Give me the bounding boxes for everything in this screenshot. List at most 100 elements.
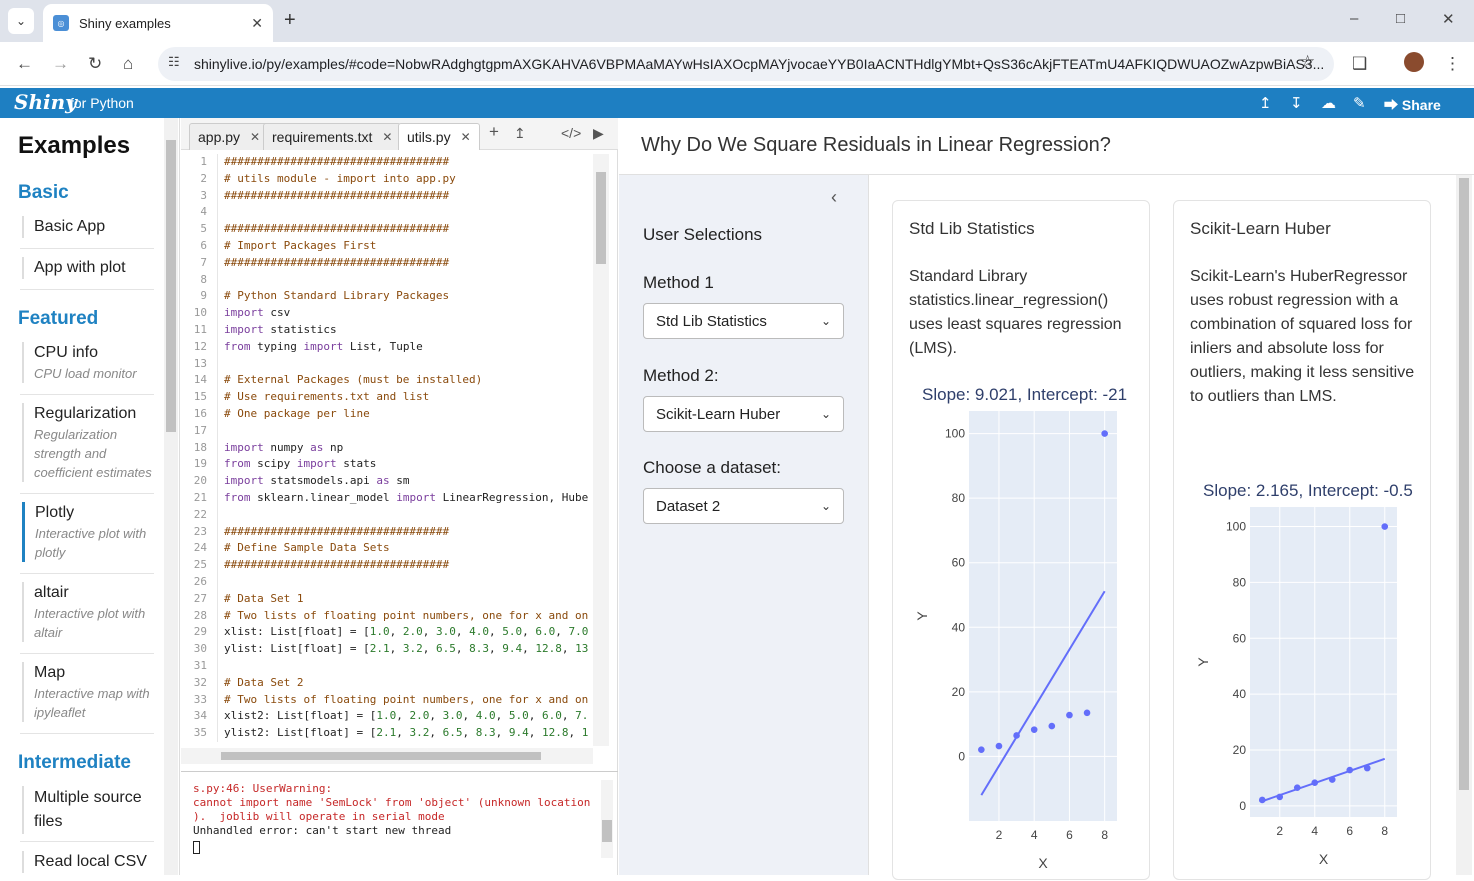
y-tick-label: 80 — [1233, 575, 1247, 589]
y-axis-label: Y — [1195, 657, 1211, 667]
download-icon[interactable]: ↧ — [1290, 94, 1303, 112]
huber-card: Scikit-Learn Huber Scikit-Learn's HuberR… — [1173, 200, 1431, 880]
sidebar-item-label: Basic App — [34, 218, 106, 235]
tab-search-chevron-icon[interactable]: ⌄ — [8, 8, 34, 34]
code-vertical-scroll-thumb[interactable] — [596, 172, 606, 264]
y-tick-label: 0 — [1239, 799, 1246, 813]
window-close-icon[interactable]: ✕ — [1442, 10, 1455, 28]
method1-select[interactable]: Std Lib Statistics ⌄ — [643, 303, 844, 339]
site-info-icon[interactable]: ☷ — [168, 54, 180, 70]
sidebar-item-basic-app[interactable]: Basic App — [22, 216, 154, 238]
menu-kebab-icon[interactable]: ⋮ — [1444, 54, 1461, 74]
tab-label: app.py — [198, 129, 241, 145]
huber-chart[interactable]: 0 20 40 60 80 100 2 4 6 8 X Y — [1184, 507, 1424, 881]
shiny-logo[interactable]: Shiny — [14, 90, 77, 114]
data-point — [1083, 709, 1091, 717]
sidebar-item-plotly[interactable]: Plotly Interactive plot with plotly — [22, 502, 154, 562]
new-tab-plus-icon[interactable]: + — [284, 9, 296, 32]
collapse-sidebar-chevron-icon[interactable]: ‹ — [831, 187, 837, 208]
back-arrow-icon[interactable]: ← — [16, 54, 33, 74]
tab-title: Shiny examples — [79, 15, 171, 31]
x-tick-label: 8 — [1381, 824, 1388, 838]
y-tick-label: 80 — [952, 491, 966, 505]
x-axis-label: X — [1319, 851, 1329, 867]
y-axis-label: Y — [914, 611, 930, 621]
x-tick-label: 6 — [1346, 824, 1353, 838]
extensions-puzzle-icon[interactable]: ❑ — [1352, 54, 1367, 74]
browser-toolbar: ← → ↻ ⌂ shinylive.io/py/examples/#code=N… — [0, 42, 1474, 86]
data-point — [1101, 430, 1108, 437]
forward-arrow-icon[interactable]: → — [52, 54, 69, 74]
method2-select[interactable]: Scikit-Learn Huber ⌄ — [643, 396, 844, 432]
tab-requirements-txt[interactable]: requirements.txt ✕ — [263, 123, 402, 150]
y-tick-label: 40 — [1233, 687, 1247, 701]
sidebar-item-desc: Interactive plot with altair — [34, 606, 146, 640]
sidebar-item-altair[interactable]: altair Interactive plot with altair — [22, 582, 154, 642]
category-featured: Featured — [18, 308, 99, 329]
x-tick-label: 2 — [1276, 824, 1283, 838]
sidebar-item-read-local-csv[interactable]: Read local CSV — [22, 851, 154, 873]
sidebar-item-regularization[interactable]: Regularization Regularization strength a… — [22, 403, 154, 482]
divider — [20, 394, 154, 395]
console-line: ). joblib will operate in serial mode — [193, 810, 445, 823]
console-scroll-thumb[interactable] — [602, 820, 612, 842]
browser-tab[interactable]: ◎ Shiny examples ✕ — [43, 4, 273, 42]
x-tick-label: 8 — [1101, 828, 1108, 842]
y-tick-label: 40 — [952, 620, 966, 634]
tab-label: requirements.txt — [272, 129, 373, 145]
x-tick-label: 6 — [1066, 828, 1073, 842]
std-lib-card: Std Lib Statistics Standard Library stat… — [892, 200, 1150, 880]
card-title: Scikit-Learn Huber — [1190, 219, 1331, 238]
user-selections-title: User Selections — [643, 225, 763, 244]
close-tab-icon[interactable]: ✕ — [251, 15, 263, 32]
data-point — [1048, 722, 1056, 730]
dataset-label: Choose a dataset: — [643, 458, 781, 477]
data-point — [995, 742, 1003, 750]
code-area[interactable]: 1 ################################## 2 # u… — [181, 154, 593, 746]
sidebar-item-label: Map — [34, 664, 66, 681]
method1-label: Method 1 — [643, 273, 714, 292]
x-tick-label: 4 — [1311, 824, 1318, 838]
close-icon[interactable]: ✕ — [461, 130, 471, 144]
sidebar-item-cpu-info[interactable]: CPU info CPU load monitor — [22, 342, 154, 383]
sidebar-item-app-with-plot[interactable]: App with plot — [22, 257, 154, 279]
data-point — [1013, 732, 1020, 739]
maximize-icon[interactable]: □ — [1396, 10, 1405, 27]
add-file-plus-icon[interactable]: + — [489, 122, 499, 142]
share-button[interactable]: ⮕ Share — [1384, 95, 1441, 115]
divider — [20, 841, 154, 842]
browser-tab-bar: ⌄ ◎ Shiny examples ✕ + – □ ✕ — [0, 0, 1474, 42]
dataset-select[interactable]: Dataset 2 ⌄ — [643, 488, 844, 524]
y-tick-label: 20 — [952, 685, 966, 699]
reload-icon[interactable]: ↻ — [88, 54, 102, 74]
code-horizontal-scroll-thumb[interactable] — [221, 752, 541, 760]
code-view-icon[interactable]: </> — [561, 125, 581, 141]
profile-avatar[interactable] — [1404, 52, 1424, 72]
y-tick-label: 100 — [945, 427, 965, 441]
minimize-icon[interactable]: – — [1350, 10, 1358, 27]
sidebar-item-multiple-source-files[interactable]: Multiple source files — [22, 786, 154, 834]
home-icon[interactable]: ⌂ — [123, 54, 133, 74]
close-icon[interactable]: ✕ — [250, 130, 260, 144]
divider — [20, 493, 154, 494]
console-output[interactable]: s.py:46: UserWarning: cannot import name… — [181, 771, 618, 875]
tab-utils-py[interactable]: utils.py ✕ — [398, 123, 480, 150]
console-line: s.py:46: UserWarning: — [193, 782, 333, 795]
chevron-down-icon: ⌄ — [820, 314, 831, 328]
run-play-icon[interactable]: ▶ — [593, 125, 604, 142]
std-lib-chart[interactable]: 0 20 40 60 80 100 2 4 6 8 X Y — [903, 411, 1143, 881]
cloud-download-icon[interactable]: ☁ — [1321, 94, 1336, 112]
edit-icon[interactable]: ✎ — [1353, 94, 1366, 112]
sidebar-item-label: Regularization — [34, 405, 137, 422]
upload-file-icon[interactable]: ↥ — [514, 125, 526, 142]
address-bar[interactable]: shinylive.io/py/examples/#code=NobwRAdgh… — [158, 47, 1334, 81]
bookmark-star-icon[interactable]: ☆ — [1300, 52, 1315, 72]
sidebar-scroll-thumb[interactable] — [166, 140, 176, 432]
app-scroll-thumb[interactable] — [1459, 178, 1469, 790]
tab-app-py[interactable]: app.py ✕ — [189, 123, 270, 150]
category-intermediate: Intermediate — [18, 752, 131, 773]
close-icon[interactable]: ✕ — [382, 130, 392, 144]
console-scrollbar[interactable] — [601, 780, 613, 858]
sidebar-item-map[interactable]: Map Interactive map with ipyleaflet — [22, 662, 154, 722]
upload-icon[interactable]: ↥ — [1259, 94, 1272, 112]
